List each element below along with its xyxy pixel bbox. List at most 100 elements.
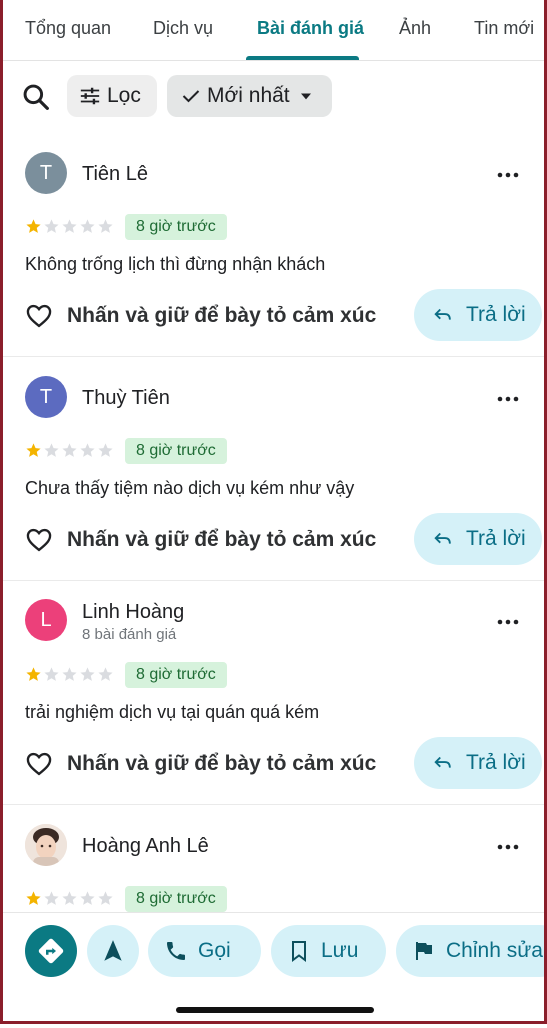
tab-overview[interactable]: Tổng quan (25, 18, 111, 39)
reply-label: Trả lời (466, 303, 526, 326)
star-empty-icon (98, 667, 113, 681)
reply-icon (434, 308, 451, 320)
avatar-initial: L (40, 608, 52, 631)
navigation-arrow-icon (104, 940, 122, 961)
home-indicator (176, 1007, 374, 1013)
star-empty-icon (44, 891, 59, 905)
star-rating (25, 442, 115, 462)
heart-icon (26, 304, 52, 328)
tab-bar: Tổng quan Dịch vụ Bài đánh giá Ảnh Tin m… (0, 0, 547, 61)
star-rating (25, 890, 115, 910)
star-empty-icon (80, 891, 95, 905)
star-empty-icon (80, 667, 95, 681)
star-rating (25, 218, 115, 238)
search-icon (23, 84, 49, 110)
dropdown-arrow-icon (300, 93, 311, 100)
call-button[interactable]: Gọi (148, 925, 261, 977)
avatar-initial: T (39, 161, 53, 184)
more-options-button[interactable] (496, 835, 520, 859)
flag-icon (416, 942, 432, 960)
review-card: L Linh Hoàng 8 bài đánh giá 8 giờ trước … (0, 580, 547, 805)
star-empty-icon (98, 443, 113, 457)
search-button[interactable] (20, 81, 52, 113)
filter-chip-label: Lọc (107, 84, 141, 107)
review-time-badge: 8 giờ trước (125, 886, 227, 912)
more-options-button[interactable] (496, 387, 520, 411)
star-empty-icon (98, 891, 113, 905)
start-navigation-button[interactable] (87, 925, 139, 977)
avatar-photo[interactable] (25, 824, 67, 866)
tab-photos[interactable]: Ảnh (399, 18, 431, 39)
tab-reviews[interactable]: Bài đánh giá (257, 18, 364, 39)
star-empty-icon (62, 667, 77, 681)
more-vert-icon (497, 172, 519, 178)
review-author[interactable]: Thuỳ Tiên (82, 387, 170, 410)
person-photo-icon (25, 824, 67, 866)
avatar[interactable]: T (25, 376, 67, 418)
review-filters: Lọc Mới nhất (0, 75, 547, 117)
reply-label: Trả lời (466, 751, 526, 774)
filter-chip[interactable]: Lọc (67, 75, 157, 117)
avatar-initial: T (39, 385, 53, 408)
star-empty-icon (80, 443, 95, 457)
review-card: T Tiên Lê 8 giờ trước Không trống lịch t… (0, 132, 547, 357)
review-author[interactable]: Linh Hoàng (82, 601, 184, 624)
tab-updates[interactable]: Tin mới (474, 18, 534, 39)
more-vert-icon (497, 396, 519, 402)
review-text: trải nghiệm dịch vụ tại quán quá kém (25, 702, 320, 722)
avatar[interactable]: L (25, 599, 67, 641)
bookmark-icon (292, 941, 306, 962)
star-empty-icon (62, 891, 77, 905)
star-filled-icon (26, 667, 41, 681)
react-label: Nhấn và giữ để bày tỏ cảm xúc (67, 304, 377, 327)
sliders-icon (80, 87, 100, 105)
react-button[interactable]: Nhấn và giữ để bày tỏ cảm xúc (25, 750, 376, 778)
reply-button[interactable]: Trả lời (414, 513, 542, 565)
active-tab-indicator (246, 56, 359, 60)
review-author[interactable]: Tiên Lê (82, 163, 148, 186)
review-text: Không trống lịch thì đừng nhận khách (25, 254, 326, 274)
sort-newest-chip[interactable]: Mới nhất (167, 75, 332, 117)
star-filled-icon (26, 891, 41, 905)
avatar[interactable]: T (25, 152, 67, 194)
review-count: 8 bài đánh giá (82, 626, 177, 643)
more-options-button[interactable] (496, 610, 520, 634)
star-empty-icon (44, 219, 59, 233)
reply-button[interactable]: Trả lời (414, 737, 542, 789)
react-button[interactable]: Nhấn và giữ để bày tỏ cảm xúc (25, 526, 376, 554)
star-empty-icon (62, 219, 77, 233)
more-vert-icon (497, 844, 519, 850)
react-label: Nhấn và giữ để bày tỏ cảm xúc (67, 528, 377, 551)
edit-button[interactable]: Chỉnh sửa (396, 925, 547, 977)
review-author[interactable]: Hoàng Anh Lê (82, 835, 209, 858)
more-vert-icon (497, 619, 519, 625)
star-empty-icon (80, 219, 95, 233)
react-button[interactable]: Nhấn và giữ để bày tỏ cảm xúc (25, 302, 376, 330)
edit-label: Chỉnh sửa (446, 939, 543, 962)
reply-button[interactable]: Trả lời (414, 289, 542, 341)
review-time-badge: 8 giờ trước (125, 214, 227, 240)
reply-icon (434, 756, 451, 768)
sort-chip-label: Mới nhất (207, 84, 290, 107)
star-empty-icon (98, 219, 113, 233)
save-label: Lưu (321, 939, 359, 962)
review-text: Chưa thấy tiệm nào dịch vụ kém như vậy (25, 478, 355, 498)
star-empty-icon (44, 443, 59, 457)
heart-icon (26, 528, 52, 552)
star-rating (25, 666, 115, 686)
star-empty-icon (62, 443, 77, 457)
heart-icon (26, 752, 52, 776)
star-filled-icon (26, 443, 41, 457)
review-card: T Thuỳ Tiên 8 giờ trước Chưa thấy tiệm n… (0, 356, 547, 581)
star-empty-icon (44, 667, 59, 681)
star-filled-icon (26, 219, 41, 233)
save-button[interactable]: Lưu (271, 925, 386, 977)
reply-label: Trả lời (466, 527, 526, 550)
directions-icon (38, 938, 64, 964)
directions-button[interactable] (25, 925, 77, 977)
more-options-button[interactable] (496, 163, 520, 187)
review-time-badge: 8 giờ trước (125, 438, 227, 464)
tab-services[interactable]: Dịch vụ (153, 18, 213, 39)
react-label: Nhấn và giữ để bày tỏ cảm xúc (67, 752, 377, 775)
call-label: Gọi (198, 939, 231, 962)
